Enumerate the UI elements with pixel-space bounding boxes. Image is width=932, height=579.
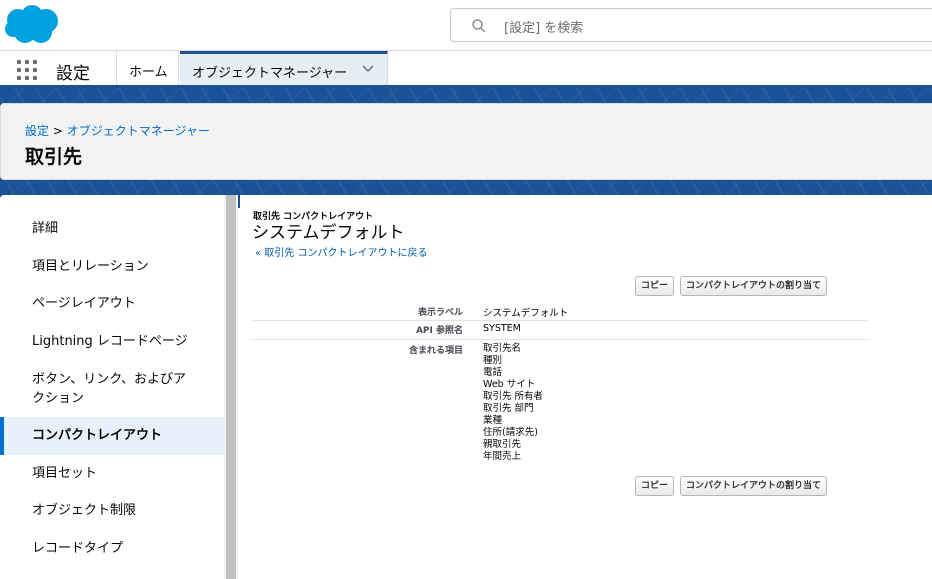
global-header: [設定] を検索 [0, 0, 932, 50]
row-divider [252, 339, 868, 340]
tab-home[interactable]: ホーム [116, 51, 179, 85]
list-item: 年間売上 [483, 451, 522, 462]
app-name: 設定 [56, 64, 90, 84]
compact-layout-detail: 取引先 コンパクトレイアウト システムデフォルト « 取引先 コンパクトレイアウ… [240, 195, 932, 579]
included-fields-list: 取引先名 種別 電話 Web サイト 取引先 所有者 取引先 部門 業種 住所(… [483, 343, 543, 463]
app-navigation-bar: 設定 ホーム オブジェクトマネージャー [0, 50, 932, 88]
breadcrumb-separator: > [52, 124, 63, 138]
app-launcher-icon[interactable] [17, 60, 37, 80]
chevron-down-icon[interactable] [362, 63, 374, 75]
list-item: 業種 [483, 415, 503, 426]
list-item: 種別 [483, 355, 503, 366]
tab-home-label: ホーム [129, 65, 168, 80]
search-input-placeholder[interactable]: [設定] を検索 [504, 17, 583, 36]
back-to-compact-layouts-link[interactable]: « 取引先 コンパクトレイアウトに戻る [255, 244, 427, 259]
api-name-value: SYSTEM [483, 323, 521, 334]
copy-button[interactable]: コピー [635, 276, 675, 296]
salesforce-logo-icon[interactable] [3, 4, 61, 46]
list-item: Web サイト [483, 379, 536, 390]
search-icon [472, 19, 486, 33]
sidebar-item-object-limits[interactable]: オブジェクト制限 [0, 501, 224, 520]
page-title: 取引先 [25, 146, 83, 168]
sidebar-item-buttons-links-actions-cont[interactable]: クション [0, 389, 224, 408]
list-item: 住所(請求先) [483, 427, 538, 438]
list-item: 取引先名 [483, 343, 522, 354]
sidebar-scrollbar[interactable] [224, 195, 238, 579]
list-item: 取引先 所有者 [483, 391, 544, 402]
sidebar-item-record-types[interactable]: レコードタイプ [0, 539, 224, 558]
api-name-label: API 参照名 [415, 326, 463, 336]
sidebar-item-details[interactable]: 詳細 [0, 219, 224, 238]
assign-compact-layout-button-bottom[interactable]: コンパクトレイアウトの割り当て [680, 476, 828, 496]
sidebar-item-buttons-links-actions[interactable]: ボタン、リンク、およびア [0, 370, 224, 389]
display-label-label: 表示ラベル [417, 308, 463, 318]
list-item: 親取引先 [483, 439, 522, 450]
assign-compact-layout-button[interactable]: コンパクトレイアウトの割り当て [680, 276, 828, 296]
breadcrumb-object-manager-link[interactable]: オブジェクトマネージャー [67, 124, 210, 138]
sidebar-item-compact-layouts[interactable]: コンパクトレイアウト [0, 417, 224, 455]
sidebar-item-lightning-record-pages[interactable]: Lightning レコードページ [0, 332, 224, 351]
sidebar-item-field-sets[interactable]: 項目セット [0, 464, 224, 483]
scrollbar-thumb[interactable] [226, 195, 236, 579]
object-sidebar: 詳細 項目とリレーション ページレイアウト Lightning レコードページ … [0, 195, 224, 579]
row-divider [252, 320, 868, 321]
included-fields-label: 含まれる項目 [408, 346, 463, 356]
list-item: 取引先 部門 [483, 403, 534, 414]
sidebar-item-page-layouts[interactable]: ページレイアウト [0, 294, 224, 313]
copy-button-bottom[interactable]: コピー [635, 476, 675, 496]
display-label-value: システムデフォルト [483, 308, 569, 319]
list-item: 電話 [483, 367, 503, 378]
breadcrumb: 設定 > オブジェクトマネージャー [25, 122, 210, 139]
breadcrumb-setup-link[interactable]: 設定 [25, 124, 49, 138]
layout-name: システムデフォルト [252, 223, 405, 243]
tab-object-manager[interactable]: オブジェクトマネージャー [180, 51, 388, 85]
sidebar-item-fields-relationships[interactable]: 項目とリレーション [0, 257, 224, 276]
page-header: 設定 > オブジェクトマネージャー 取引先 [0, 103, 932, 180]
global-search[interactable]: [設定] を検索 [450, 8, 932, 42]
tab-object-manager-label: オブジェクトマネージャー [192, 66, 348, 81]
